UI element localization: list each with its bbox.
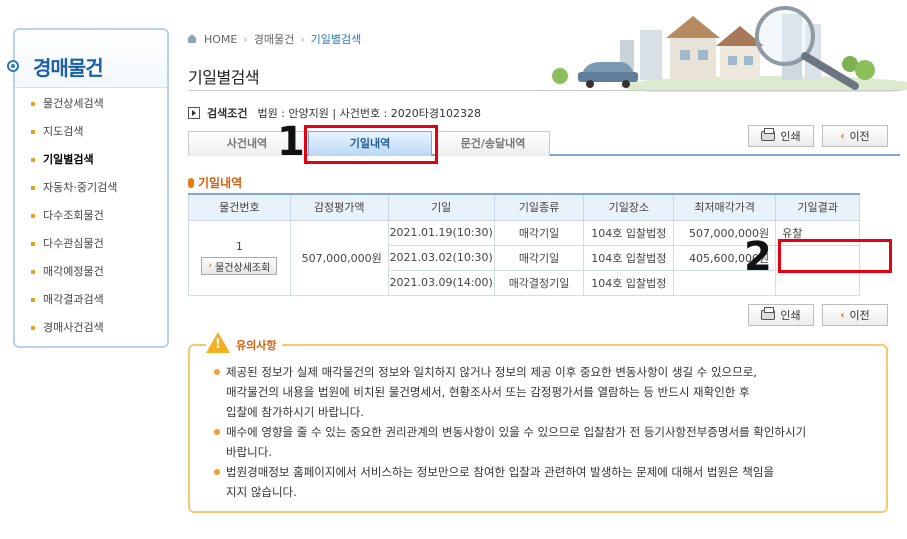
- chevron-left-icon: ‹: [840, 130, 845, 142]
- sidebar-menu: 물건상세검색 지도검색 기일별검색 자동차·중기검색 다수조회물건 다수관심물건…: [25, 94, 117, 346]
- title-divider: [188, 90, 900, 91]
- search-condition-label: 검색조건: [207, 107, 248, 120]
- item-detail-button[interactable]: › 물건상세조회: [201, 257, 278, 275]
- prev-button[interactable]: ‹ 이전: [822, 125, 888, 147]
- type-cell: 매각결정기일: [493, 269, 585, 296]
- sidebar-item-date-search[interactable]: 기일별검색: [25, 150, 117, 178]
- date-cell: 2021.01.19(10:30): [387, 219, 495, 246]
- sidebar-item-scheduled-sale[interactable]: 매각예정물건: [25, 262, 117, 290]
- home-icon: [187, 34, 198, 44]
- sidebar-header: 경매물건: [7, 30, 167, 88]
- breadcrumb-current: 기일별검색: [310, 33, 362, 46]
- annotation-number-1: 1: [277, 119, 305, 165]
- sidebar-item-sale-result[interactable]: 매각결과검색: [25, 290, 117, 318]
- item-number: 1: [235, 240, 243, 253]
- sidebar-item-map-search[interactable]: 지도검색: [25, 122, 117, 150]
- sidebar-item-most-interested[interactable]: 다수관심물건: [25, 234, 117, 262]
- sidebar-item-detail-search[interactable]: 물건상세검색: [25, 94, 117, 122]
- header-illustration: [552, 6, 907, 92]
- prev-button-label: 이전: [849, 130, 870, 143]
- col-header: 기일장소: [583, 193, 675, 221]
- col-header: 기일결과: [775, 193, 860, 221]
- play-marker-icon: [188, 107, 200, 119]
- print-button-label: 인쇄: [780, 130, 801, 143]
- prev-button-label: 이전: [849, 309, 870, 322]
- warning-icon: [206, 332, 230, 353]
- col-header: 기일: [387, 193, 495, 221]
- col-header: 물건번호: [188, 193, 291, 221]
- notice-item: 제공된 정보가 실제 매각물건의 정보와 일치하지 않거나 정보의 제공 이후 …: [212, 362, 882, 422]
- page-title: 기일별검색: [188, 68, 260, 87]
- type-cell: 매각기일: [493, 244, 585, 271]
- sidebar-item-case-search[interactable]: 경매사건검색: [25, 318, 117, 346]
- breadcrumb: HOME › 경매물건 › 기일별검색: [187, 31, 362, 47]
- sidebar-item-vehicle-search[interactable]: 자동차·중기검색: [25, 178, 117, 206]
- table-header-row: 물건번호 감정평가액 기일 기일종류 기일장소 최저매각가격 기일결과: [188, 193, 860, 221]
- section-title-text: 기일내역: [198, 176, 243, 190]
- print-button-bottom[interactable]: 인쇄: [748, 304, 814, 326]
- search-condition: 검색조건 법원 : 안양지원 | 사건번호 : 2020타경102328: [188, 105, 481, 121]
- breadcrumb-separator-icon: ›: [300, 32, 305, 46]
- sidebar: 경매물건 물건상세검색 지도검색 기일별검색 자동차·중기검색 다수조회물건 다…: [7, 28, 169, 348]
- item-number-cell: 1 › 물건상세조회: [188, 219, 291, 296]
- annotation-box-tab: [304, 125, 438, 164]
- notice-box: 유의사항 제공된 정보가 실제 매각물건의 정보와 일치하지 않거나 정보의 제…: [188, 332, 888, 513]
- date-cell: 2021.03.09(14:00): [387, 269, 495, 296]
- place-cell: 104호 입찰법정: [583, 269, 675, 296]
- breadcrumb-level1[interactable]: 경매물건: [254, 31, 294, 47]
- prev-button-bottom[interactable]: ‹ 이전: [822, 304, 888, 326]
- notice-header: 유의사항: [206, 332, 283, 353]
- sidebar-item-most-viewed[interactable]: 다수조회물건: [25, 206, 117, 234]
- print-button[interactable]: 인쇄: [748, 125, 814, 147]
- item-detail-button-label: 물건상세조회: [215, 262, 271, 274]
- notice-item: 매수에 영향을 줄 수 있는 중요한 권리관계의 변동사항이 있을 수 있으므로…: [212, 422, 882, 462]
- section-title: 기일내역: [188, 174, 242, 191]
- breadcrumb-separator-icon: ›: [243, 32, 248, 46]
- col-header: 감정평가액: [289, 193, 389, 221]
- printer-icon: [761, 307, 776, 320]
- annotation-number-2: 2: [744, 234, 772, 280]
- place-cell: 104호 입찰법정: [583, 244, 675, 271]
- result-cell: [775, 269, 860, 296]
- sidebar-bullet-icon: [7, 60, 19, 72]
- annotation-box-result: [778, 239, 892, 273]
- date-cell: 2021.03.02(10:30): [387, 244, 495, 271]
- chevron-left-icon: ‹: [840, 309, 845, 321]
- printer-icon: [761, 128, 776, 141]
- print-button-label: 인쇄: [780, 309, 801, 322]
- breadcrumb-home[interactable]: HOME: [204, 33, 237, 46]
- type-cell: 매각기일: [493, 219, 585, 246]
- col-header: 기일종류: [493, 193, 585, 221]
- notice-body: 제공된 정보가 실제 매각물건의 정보와 일치하지 않거나 정보의 제공 이후 …: [212, 362, 882, 502]
- tab-document-delivery[interactable]: 문건/송달내역: [436, 131, 550, 156]
- arrow-right-icon: ›: [208, 261, 213, 271]
- place-cell: 104호 입찰법정: [583, 219, 675, 246]
- appraisal-cell: 507,000,000원: [289, 219, 389, 296]
- sidebar-title: 경매물건: [33, 56, 104, 80]
- notice-item: 법원경매정보 홈페이지에서 서비스하는 정보만으로 참여한 입찰과 관련하여 발…: [212, 462, 882, 502]
- col-header: 최저매각가격: [673, 193, 777, 221]
- section-bullet-icon: [188, 177, 194, 188]
- notice-title: 유의사항: [236, 338, 277, 352]
